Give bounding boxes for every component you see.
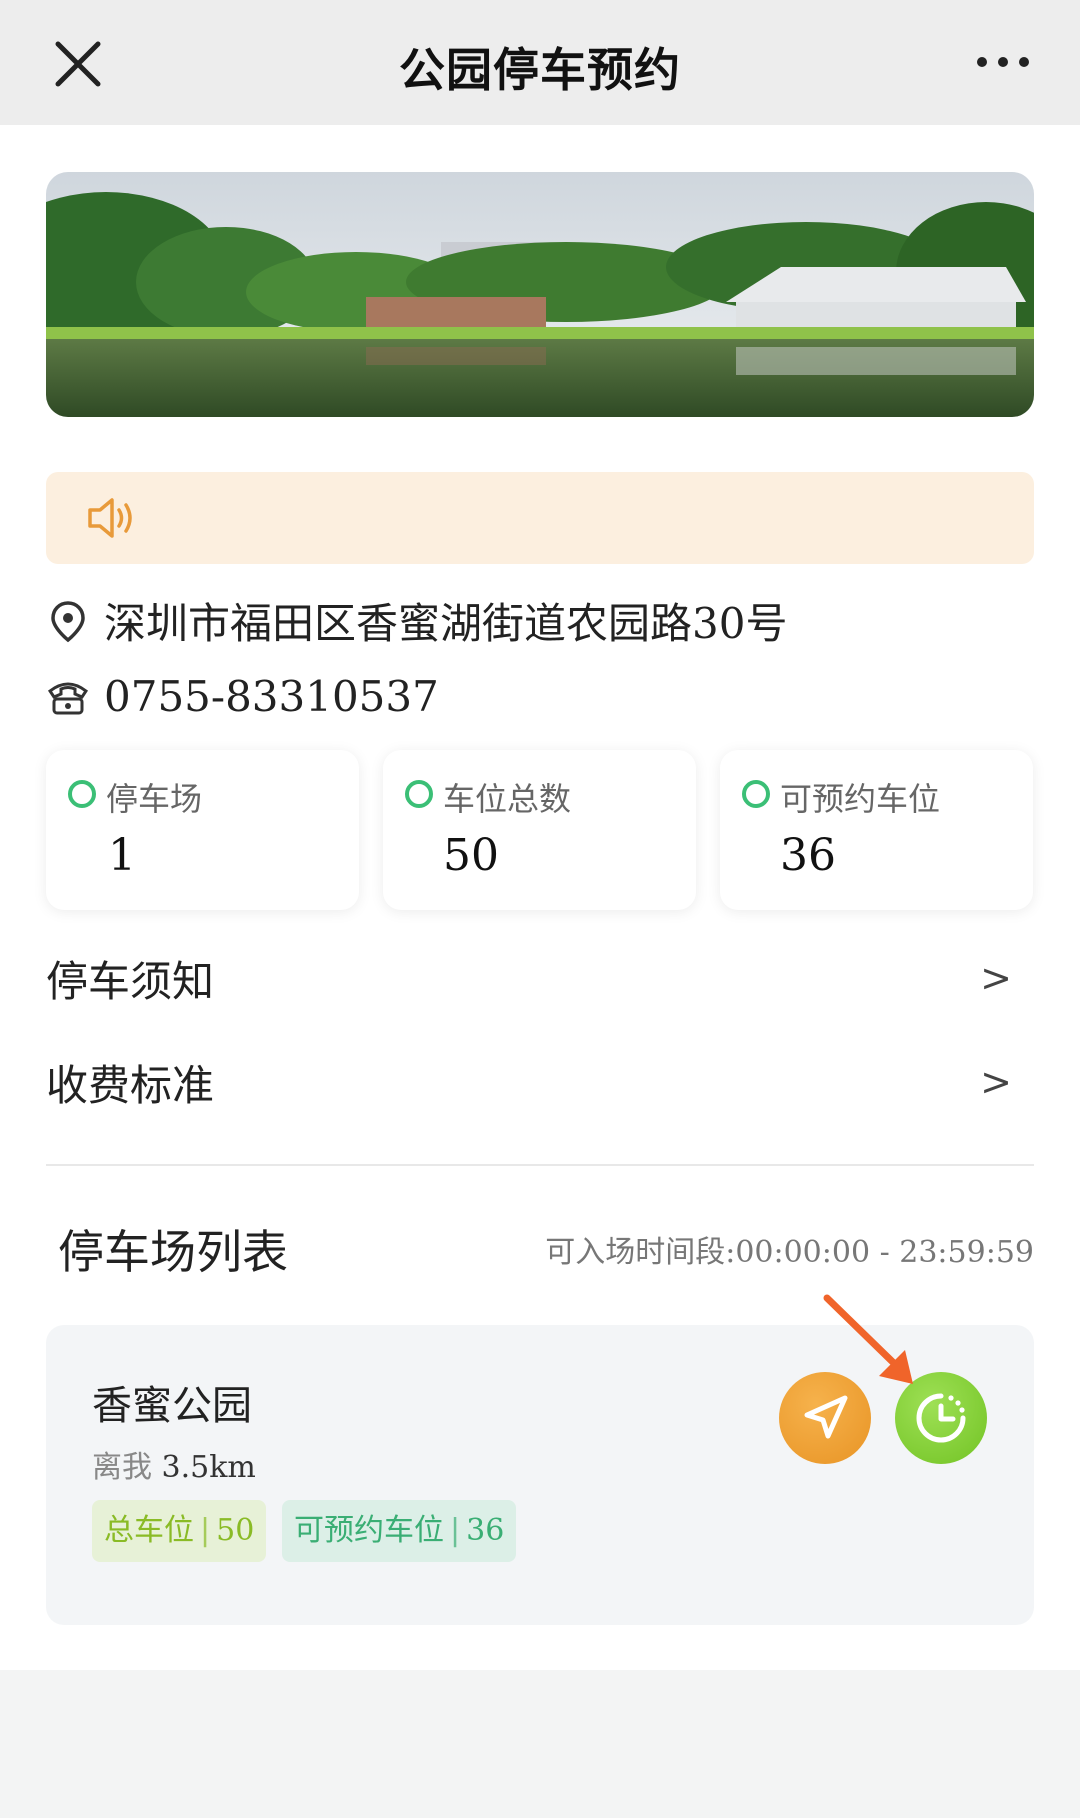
- badge-label: 可预约车位: [294, 1513, 444, 1548]
- stat-value: 1: [108, 830, 136, 881]
- location-pin-icon: [51, 600, 85, 642]
- badge-label: 总车位: [104, 1513, 194, 1548]
- divider: [46, 1164, 1034, 1166]
- content-area: 深圳市福田区香蜜湖街道农园路30号 0755-83310537 停车场 1 车位…: [0, 125, 1080, 1670]
- more-icon[interactable]: [974, 52, 1032, 72]
- stat-card-parking-lots: 停车场 1: [46, 750, 359, 910]
- bookable-spaces-badge: 可预约车位 | 36: [282, 1500, 517, 1562]
- stat-value: 50: [443, 830, 499, 881]
- pointer-arrow-icon: [823, 1294, 913, 1384]
- stat-card-total-spaces: 车位总数 50: [383, 750, 696, 910]
- badge-value: 36: [466, 1513, 505, 1548]
- distance-value: 3.5km: [161, 1450, 256, 1485]
- stat-card-bookable-spaces: 可预约车位 36: [720, 750, 1033, 910]
- menu-item-label: 收费标准: [46, 1060, 215, 1110]
- park-phone: 0755-83310537: [104, 672, 439, 721]
- phone-icon: [47, 682, 89, 714]
- notice-bar[interactable]: [46, 472, 1034, 564]
- lot-distance: 离我 3.5km: [92, 1442, 256, 1486]
- park-banner-image: [46, 172, 1034, 417]
- stat-label: 停车场: [106, 780, 203, 818]
- circle-icon: [742, 780, 770, 808]
- chevron-right-icon: >: [980, 1060, 1012, 1104]
- circle-icon: [405, 780, 433, 808]
- speaker-icon: [88, 498, 132, 538]
- entry-hours-value: 00:00:00 - 23:59:59: [735, 1235, 1034, 1270]
- park-address: 深圳市福田区香蜜湖街道农园路30号: [104, 599, 788, 648]
- menu-item-fee-standard[interactable]: 收费标准 >: [46, 1052, 1034, 1112]
- total-spaces-badge: 总车位 | 50: [92, 1500, 267, 1562]
- stat-label: 可预约车位: [780, 780, 941, 818]
- chevron-right-icon: >: [980, 956, 1012, 1000]
- badge-value: 50: [216, 1513, 255, 1548]
- page-title: 公园停车预约: [399, 43, 681, 97]
- menu-item-label: 停车须知: [46, 956, 215, 1006]
- distance-label: 离我: [92, 1450, 152, 1485]
- menu-item-parking-notice[interactable]: 停车须知 >: [46, 948, 1034, 1008]
- stat-label: 车位总数: [443, 780, 572, 818]
- entry-hours-label: 可入场时间段:: [545, 1235, 736, 1270]
- phone-row[interactable]: 0755-83310537: [46, 672, 439, 721]
- top-bar: 公园停车预约: [0, 0, 1080, 125]
- circle-icon: [68, 780, 96, 808]
- address-row[interactable]: 深圳市福田区香蜜湖街道农园路30号: [46, 590, 787, 651]
- section-title: 停车场列表: [58, 1225, 288, 1279]
- lot-name: 香蜜公园: [92, 1383, 252, 1429]
- stat-value: 36: [780, 830, 836, 881]
- entry-hours: 可入场时间段:00:00:00 - 23:59:59: [545, 1227, 1034, 1271]
